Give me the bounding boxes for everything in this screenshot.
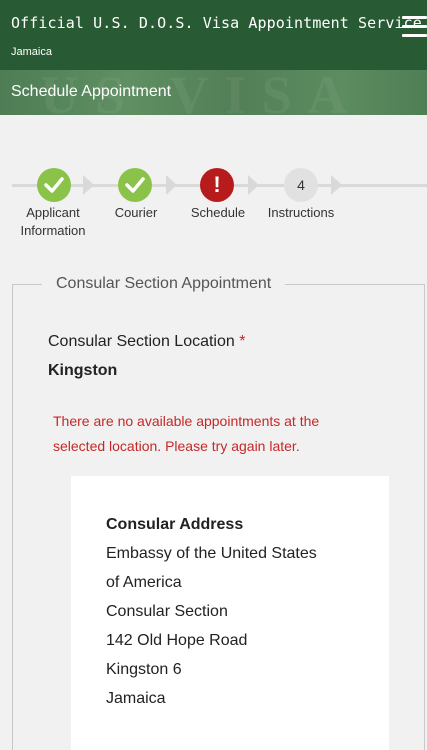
address-title: Consular Address [106,516,244,533]
top-bar: Official U.S. D.O.S. Visa Appointment Se… [0,0,427,70]
location-label: Consular Section Location * [48,333,245,351]
address-line: 142 Old Hope Road [106,632,248,649]
fieldset-legend: Consular Section Appointment [42,275,286,293]
step-label-line: Information [20,223,86,238]
step-arrow-icon [166,175,177,195]
step-label-schedule: Schedule [190,205,246,220]
step-applicant-check-icon [37,168,71,202]
step-courier-check-icon [118,168,152,202]
step-arrow-icon [331,175,342,195]
step-label-line: Applicant [26,205,80,220]
address-line: Embassy of the United States [106,545,317,562]
step-instructions-number: 4 [284,168,318,202]
step-arrow-icon [248,175,259,195]
address-line: Consular Section [106,603,228,620]
step-label-applicant: Applicant Information [14,204,92,240]
step-arrow-icon [83,175,94,195]
required-marker: * [239,333,246,350]
location-label-text: Consular Section Location [48,333,235,350]
app-title: Official U.S. D.O.S. Visa Appointment Se… [11,14,422,32]
address-line: of America [106,574,182,591]
step-label-instructions: Instructions [267,205,335,220]
page-title: Schedule Appointment [11,83,172,100]
hamburger-menu-icon[interactable] [402,16,427,38]
address-line: Jamaica [106,690,166,707]
address-line: Kingston 6 [106,661,182,678]
step-label-courier: Courier [114,205,158,220]
progress-steps: ! 4 Applicant Information Courier Schedu… [0,150,427,250]
country-subtitle: Jamaica [11,46,52,58]
page-banner: US VISA Schedule Appointment [0,70,427,115]
no-appointments-error: There are no available appointments at t… [53,413,320,454]
location-value: Kingston [48,362,118,379]
step-schedule-error-icon: ! [200,168,234,202]
